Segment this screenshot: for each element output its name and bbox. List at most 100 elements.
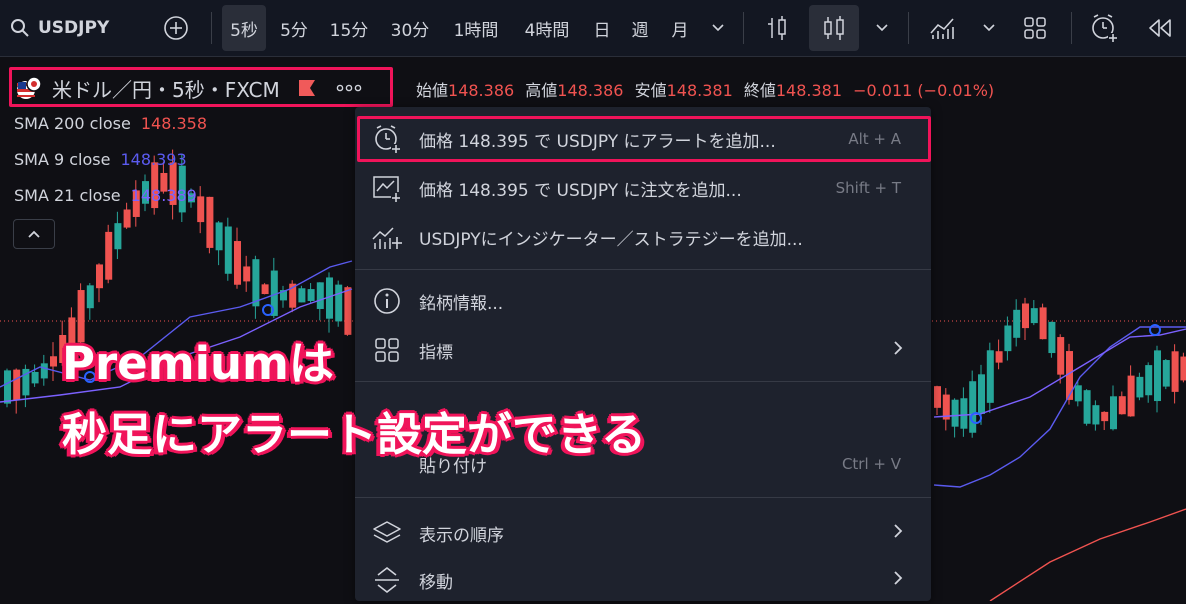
- open-value: 148.386: [448, 81, 515, 100]
- compare-button[interactable]: [158, 0, 194, 56]
- toolbar-divider: [211, 12, 212, 44]
- menu-item-shortcut: Shift + T: [835, 179, 901, 197]
- indicator-name: SMA 200 close: [14, 114, 131, 133]
- candle-body: [1057, 337, 1065, 375]
- menu-item-visual-order[interactable]: 表示の順序: [355, 509, 931, 557]
- info-icon: [371, 285, 403, 317]
- order-chart-icon: [371, 172, 403, 204]
- interval-day[interactable]: 日: [588, 0, 616, 56]
- chevron-down-icon: [876, 24, 888, 32]
- interval-30m[interactable]: 30分: [384, 0, 436, 56]
- alarm-clock-plus-icon: [1092, 14, 1119, 43]
- chart-style-dropdown[interactable]: [868, 0, 896, 56]
- candle-body: [1162, 360, 1170, 387]
- candle-body: [105, 231, 113, 280]
- candle-body: [1154, 350, 1161, 402]
- interval-label: 1時間: [453, 20, 499, 41]
- candle-body: [261, 284, 269, 295]
- interval-5m[interactable]: 5分: [274, 0, 314, 56]
- menu-divider: [355, 381, 931, 382]
- symbol-highlight-box: [9, 67, 393, 107]
- collapse-legend-button[interactable]: [13, 219, 55, 249]
- toolbar-divider: [908, 12, 909, 44]
- menu-item-symbol-info[interactable]: 銘柄情報...: [355, 277, 931, 325]
- candle-body: [1171, 351, 1179, 392]
- candle-body: [1083, 390, 1091, 424]
- candle-body: [298, 288, 306, 303]
- low-label: 安値: [634, 81, 667, 100]
- replay-button[interactable]: [1142, 0, 1178, 56]
- open-label: 始値: [416, 81, 449, 100]
- indicator-value: 148.393: [120, 150, 187, 169]
- interval-1h[interactable]: 1時間: [444, 0, 508, 56]
- interval-month[interactable]: 月: [666, 0, 694, 56]
- menu-item-add-indicator[interactable]: USDJPYにインジケーター／ストラテジーを追加...: [355, 213, 931, 261]
- menu-item-indicators[interactable]: 指標: [355, 326, 931, 374]
- interval-label: 日: [593, 20, 611, 41]
- candles-style-button[interactable]: [809, 5, 859, 51]
- candle-body: [995, 351, 1003, 363]
- bar-style-button[interactable]: [758, 0, 798, 56]
- indicator-legend-sma200[interactable]: SMA 200 close 148.358: [14, 114, 207, 133]
- menu-item-label: 価格 148.395 で USDJPY に注文を追加...: [419, 180, 742, 201]
- candle-body: [960, 398, 968, 429]
- high-value: 148.386: [557, 81, 624, 100]
- symbol-search-button[interactable]: USDJPY: [10, 0, 125, 56]
- candle-body: [4, 370, 11, 404]
- interval-label: 5分: [280, 20, 308, 41]
- annotation-line-1: Premiumは: [62, 337, 334, 390]
- indicator-name: SMA 9 close: [14, 150, 111, 169]
- symbol-label: USDJPY: [38, 18, 110, 38]
- candle-body: [114, 223, 122, 250]
- interval-dropdown[interactable]: [704, 0, 732, 56]
- plus-circle-icon: [164, 16, 188, 40]
- candle-body: [1145, 365, 1153, 396]
- candle-body: [307, 289, 315, 301]
- interval-5s[interactable]: 5秒: [222, 5, 266, 51]
- sma200-line: [989, 508, 1186, 601]
- interval-week[interactable]: 週: [626, 0, 654, 56]
- menu-item-move[interactable]: 移動: [355, 556, 931, 604]
- candlestick-icon: [824, 16, 844, 40]
- candle-body: [951, 399, 959, 427]
- candle-body: [96, 264, 103, 289]
- menu-item-label: 移動: [419, 572, 453, 593]
- layouts-button[interactable]: [1015, 0, 1055, 56]
- rewind-icon: [1149, 19, 1171, 37]
- menu-item-label: 銘柄情報...: [419, 293, 504, 314]
- menu-item-label: 表示の順序: [419, 525, 504, 546]
- indicator-name: SMA 21 close: [14, 186, 121, 205]
- indicators-button[interactable]: [922, 0, 962, 56]
- interval-label: 月: [671, 20, 689, 41]
- candle-body: [1074, 385, 1082, 402]
- alert-item-highlight-box: [357, 116, 931, 162]
- candle-body: [986, 350, 994, 403]
- candle-body: [243, 266, 251, 282]
- ohlc-values: 始値148.386 高値148.386 安値148.381 終値148.381 …: [416, 77, 994, 101]
- layers-icon: [371, 517, 403, 549]
- indicator-legend-sma9[interactable]: SMA 9 close 148.393: [14, 150, 187, 169]
- candle-body: [252, 259, 260, 307]
- interval-4h[interactable]: 4時間: [515, 0, 579, 56]
- menu-divider: [355, 269, 931, 270]
- candle-body: [344, 287, 352, 335]
- candle-body: [1013, 309, 1021, 338]
- interval-15m[interactable]: 15分: [324, 0, 374, 56]
- alert-button[interactable]: [1084, 0, 1124, 56]
- grid-icon: [1024, 17, 1046, 39]
- candle-body: [969, 381, 977, 433]
- low-value: 148.381: [666, 81, 733, 100]
- indicator-legend-sma21[interactable]: SMA 21 close 148.389: [14, 186, 197, 205]
- chevron-down-icon: [983, 24, 995, 32]
- interval-label: 4時間: [524, 20, 570, 41]
- candle-body: [31, 371, 39, 384]
- toolbar-divider: [1071, 12, 1072, 44]
- indicators-dropdown[interactable]: [975, 0, 1003, 56]
- context-menu: 価格 148.395 で USDJPY にアラートを追加... Alt + A …: [355, 107, 931, 601]
- interval-label: 5秒: [230, 20, 258, 41]
- menu-item-add-order[interactable]: 価格 148.395 で USDJPY に注文を追加... Shift + T: [355, 164, 931, 212]
- candle-body: [1127, 375, 1135, 417]
- candle-body: [206, 196, 214, 248]
- menu-item-shortcut: Ctrl + V: [841, 455, 901, 473]
- candle-body: [316, 282, 324, 309]
